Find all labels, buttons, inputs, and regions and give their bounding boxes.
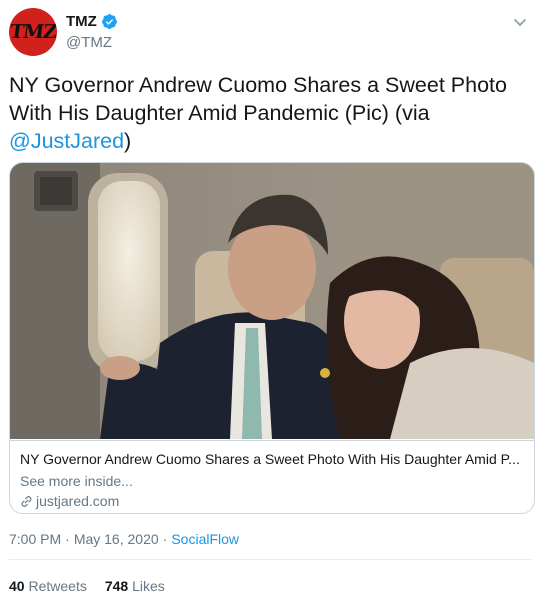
tweet-text-end: )	[124, 129, 132, 153]
tweet-meta: 7:00 PM · May 16, 2020 · SocialFlow	[9, 531, 239, 547]
card-image	[10, 163, 534, 439]
tweet-text: NY Governor Andrew Cuomo Shares a Sweet …	[9, 71, 509, 155]
likes-label: Likes	[132, 578, 165, 594]
tweet-stats: 40 Retweets 748 Likes	[9, 578, 183, 594]
mention-link[interactable]: @JustJared	[9, 129, 124, 153]
author-name-row[interactable]: TMZ	[66, 13, 118, 30]
retweets-label: Retweets	[28, 578, 87, 594]
meta-separator: ·	[162, 531, 168, 547]
card-body: NY Governor Andrew Cuomo Shares a Sweet …	[10, 440, 534, 513]
author-display-name[interactable]: TMZ	[66, 13, 97, 30]
chevron-down-icon[interactable]	[512, 14, 528, 30]
retweets-stat[interactable]: 40 Retweets	[9, 578, 87, 594]
tweet-time[interactable]: 7:00 PM	[9, 531, 61, 547]
link-card[interactable]: NY Governor Andrew Cuomo Shares a Sweet …	[9, 162, 535, 514]
link-icon	[21, 495, 32, 507]
tweet-text-line2: With His Daughter Amid Pandemic (Pic) (v…	[9, 101, 430, 125]
avatar[interactable]: TMZ	[9, 8, 57, 56]
retweets-count: 40	[9, 578, 25, 594]
tweet-date[interactable]: May 16, 2020	[74, 531, 159, 547]
author-handle[interactable]: @TMZ	[66, 34, 112, 51]
tweet-text-line1: NY Governor Andrew Cuomo Shares a Sweet …	[9, 73, 507, 97]
likes-stat[interactable]: 748 Likes	[105, 578, 165, 594]
tweet-source[interactable]: SocialFlow	[171, 531, 239, 547]
card-domain[interactable]: justjared.com	[20, 493, 119, 509]
card-title[interactable]: NY Governor Andrew Cuomo Shares a Sweet …	[20, 451, 525, 467]
verified-badge-icon	[101, 14, 117, 29]
card-description: See more inside...	[20, 473, 133, 489]
avatar-logo: TMZ	[9, 21, 57, 43]
meta-separator: ·	[65, 531, 70, 547]
divider	[9, 559, 531, 560]
likes-count: 748	[104, 578, 129, 594]
card-domain-text: justjared.com	[36, 493, 120, 509]
tweet-container: TMZ TMZ @TMZ NY Governor Andrew Cuomo Sh…	[0, 0, 540, 604]
